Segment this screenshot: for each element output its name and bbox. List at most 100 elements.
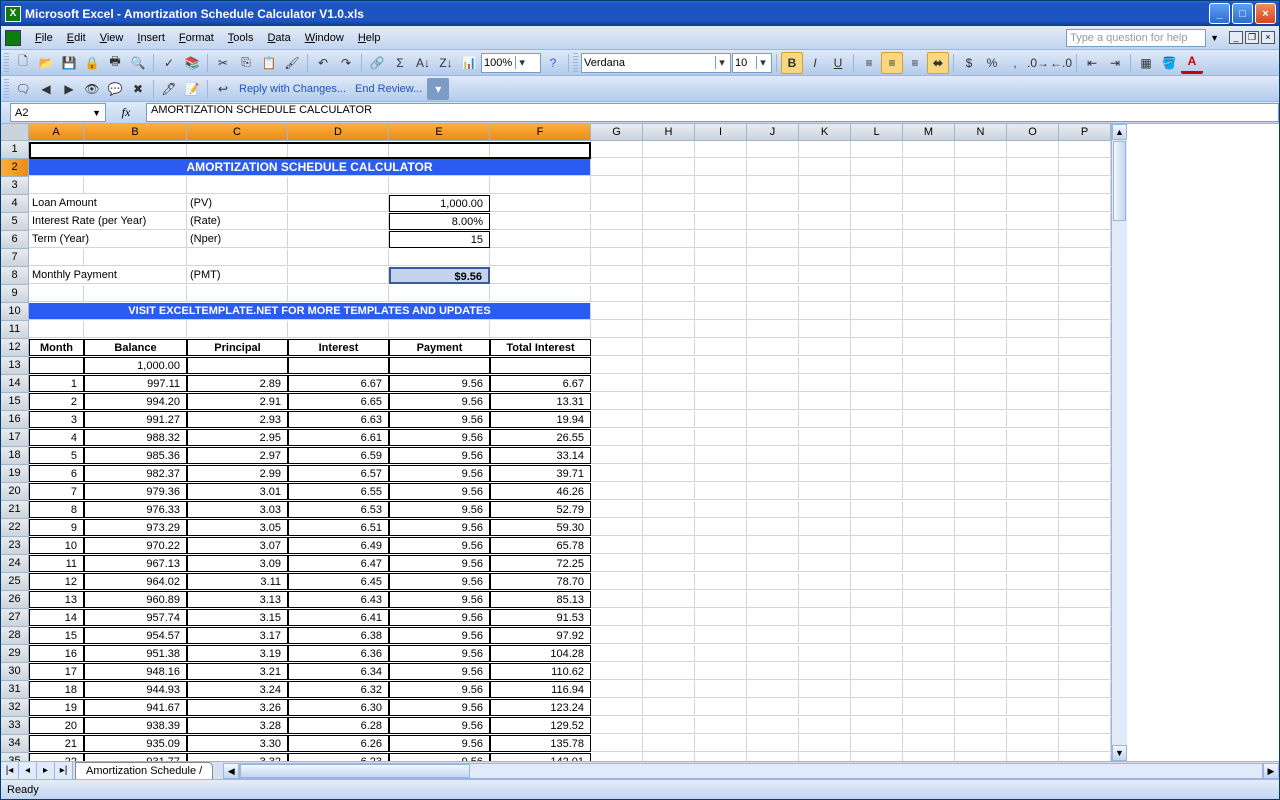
cell[interactable]	[695, 267, 747, 284]
row-header-6[interactable]: 6	[1, 231, 29, 249]
cell[interactable]	[187, 357, 288, 374]
cell[interactable]: 9.56	[389, 555, 490, 572]
cell[interactable]: 85.13	[490, 591, 591, 608]
cell[interactable]	[643, 213, 695, 230]
doc-close-button[interactable]: ×	[1261, 31, 1275, 44]
cell[interactable]	[29, 285, 84, 302]
cell[interactable]	[288, 285, 389, 302]
cell[interactable]	[643, 519, 695, 536]
cell[interactable]	[851, 231, 903, 248]
cell[interactable]	[695, 141, 747, 158]
cell[interactable]	[1059, 645, 1111, 662]
cell[interactable]: 6.59	[288, 447, 389, 464]
row-header-13[interactable]: 13	[1, 357, 29, 375]
cell[interactable]: 6.43	[288, 591, 389, 608]
menu-data[interactable]: Data	[261, 30, 296, 46]
cell[interactable]	[490, 267, 591, 284]
cell[interactable]	[851, 357, 903, 374]
cell[interactable]: 957.74	[84, 609, 187, 626]
cell[interactable]	[490, 357, 591, 374]
cell[interactable]	[955, 753, 1007, 761]
cell[interactable]	[747, 501, 799, 518]
row-header-23[interactable]: 23	[1, 537, 29, 555]
cell[interactable]	[695, 195, 747, 212]
copy-icon[interactable]: ⎘	[235, 52, 257, 74]
row-header-7[interactable]: 7	[1, 249, 29, 267]
cell[interactable]	[955, 645, 1007, 662]
cell[interactable]	[591, 141, 643, 158]
cell[interactable]	[643, 483, 695, 500]
cell[interactable]	[903, 753, 955, 761]
cell[interactable]: 1,000.00	[84, 357, 187, 374]
row-header-20[interactable]: 20	[1, 483, 29, 501]
cell[interactable]: 941.67	[84, 699, 187, 716]
cell[interactable]	[903, 231, 955, 248]
row-header-19[interactable]: 19	[1, 465, 29, 483]
cell[interactable]: 110.62	[490, 663, 591, 680]
cell[interactable]	[1059, 465, 1111, 482]
reply-changes-label[interactable]: Reply with Changes...	[235, 83, 350, 95]
cell[interactable]	[851, 177, 903, 194]
cell[interactable]	[851, 573, 903, 590]
menu-help[interactable]: Help	[352, 30, 387, 46]
cell[interactable]: 91.53	[490, 609, 591, 626]
cell[interactable]	[747, 429, 799, 446]
cell[interactable]	[903, 627, 955, 644]
merge-center-icon[interactable]: ⬌	[927, 52, 949, 74]
cell[interactable]	[591, 645, 643, 662]
cell[interactable]	[903, 357, 955, 374]
cell[interactable]	[799, 753, 851, 761]
cell[interactable]	[955, 411, 1007, 428]
cell[interactable]	[643, 663, 695, 680]
cell[interactable]: 116.94	[490, 681, 591, 698]
cell[interactable]	[643, 429, 695, 446]
cell[interactable]: 6.34	[288, 663, 389, 680]
currency-icon[interactable]: $	[958, 52, 980, 74]
horizontal-scrollbar[interactable]	[239, 763, 1263, 779]
toolbar-handle-2[interactable]	[573, 53, 578, 73]
cell[interactable]	[29, 177, 84, 194]
cell[interactable]	[747, 483, 799, 500]
cell[interactable]	[591, 501, 643, 518]
cell[interactable]	[851, 267, 903, 284]
decrease-decimal-icon[interactable]: ←.0	[1050, 52, 1072, 74]
cell[interactable]	[288, 357, 389, 374]
scroll-down-icon[interactable]: ▼	[1112, 745, 1127, 761]
cell[interactable]	[747, 573, 799, 590]
cell[interactable]	[1059, 213, 1111, 230]
cell[interactable]	[851, 735, 903, 752]
menu-view[interactable]: View	[94, 30, 130, 46]
tab-first-icon[interactable]: |◂	[1, 762, 19, 779]
cell[interactable]	[643, 231, 695, 248]
cell[interactable]: 3.26	[187, 699, 288, 716]
cell[interactable]	[1059, 735, 1111, 752]
cell[interactable]	[1007, 753, 1059, 761]
cell[interactable]	[695, 231, 747, 248]
cell[interactable]	[1059, 267, 1111, 284]
cell[interactable]	[695, 609, 747, 626]
tab-last-icon[interactable]: ▸|	[55, 762, 73, 779]
cell[interactable]	[747, 393, 799, 410]
cell[interactable]	[955, 231, 1007, 248]
cell[interactable]: 3.09	[187, 555, 288, 572]
col-header-O[interactable]: O	[1007, 124, 1059, 141]
cell[interactable]	[851, 537, 903, 554]
cell[interactable]	[851, 375, 903, 392]
col-header-A[interactable]: A	[29, 124, 84, 141]
cell[interactable]	[288, 249, 389, 266]
cell[interactable]	[591, 663, 643, 680]
cell[interactable]: 9.56	[389, 663, 490, 680]
cell[interactable]	[643, 717, 695, 734]
cell[interactable]: 9.56	[389, 483, 490, 500]
cell[interactable]: 19.94	[490, 411, 591, 428]
cell[interactable]	[1007, 267, 1059, 284]
new-comment-icon[interactable]: 🗨	[12, 78, 34, 100]
cell[interactable]	[643, 753, 695, 761]
cell[interactable]	[747, 303, 799, 320]
cell[interactable]	[799, 663, 851, 680]
cell[interactable]: 3.30	[187, 735, 288, 752]
row-header-32[interactable]: 32	[1, 699, 29, 717]
cell[interactable]	[389, 357, 490, 374]
cell[interactable]	[747, 195, 799, 212]
cell[interactable]	[799, 357, 851, 374]
